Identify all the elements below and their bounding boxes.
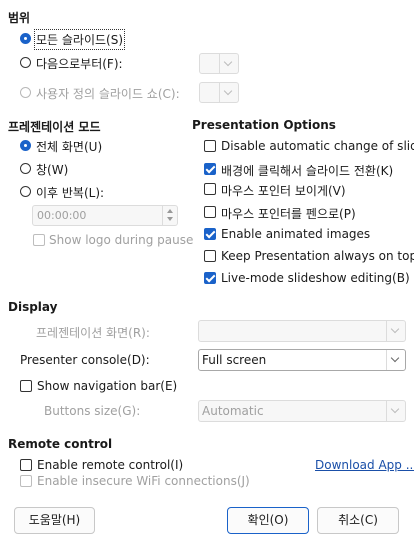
checkbox-disable-auto-change[interactable] <box>204 140 216 152</box>
checkbox-click-background[interactable] <box>204 163 216 175</box>
radio-loop-label[interactable]: 이후 반복(L): <box>36 184 104 201</box>
checkbox-show-nav-bar[interactable] <box>20 380 32 392</box>
radio-all-slides[interactable] <box>20 33 31 44</box>
option-label-live-mode-editing[interactable]: Live-mode slideshow editing(B) <box>221 271 410 285</box>
presenter-console-select[interactable]: Full screen <box>198 349 406 371</box>
radio-from-label[interactable]: 다음으로부터(F): <box>36 55 123 72</box>
ok-button[interactable]: 확인(O) <box>227 507 309 534</box>
radio-full-screen-label[interactable]: 전체 화면(U) <box>36 138 102 155</box>
custom-show-select[interactable] <box>199 82 239 103</box>
radio-from[interactable] <box>20 57 31 68</box>
checkbox-pointer-as-pen[interactable] <box>204 206 216 218</box>
radio-full-screen[interactable] <box>20 140 31 151</box>
option-label-disable-auto-change[interactable]: Disable automatic change of slides <box>221 139 414 153</box>
option-label-always-on-top[interactable]: Keep Presentation always on top <box>221 249 414 263</box>
checkbox-show-logo[interactable] <box>33 234 45 246</box>
presenter-console-value: Full screen <box>202 353 267 367</box>
insecure-wifi-label: Enable insecure WiFi connections(J) <box>37 474 250 488</box>
option-label-pointer-visible[interactable]: 마우스 포인터 보이게(V) <box>221 182 346 199</box>
spin-up-icon[interactable] <box>167 209 173 213</box>
chevron-down-icon <box>219 54 238 73</box>
show-logo-label: Show logo during pause <box>49 233 194 247</box>
show-nav-bar-label[interactable]: Show navigation bar(E) <box>37 379 177 393</box>
loop-time-value: 00:00:00 <box>37 209 87 222</box>
mode-heading: 프레젠테이션 모드 <box>8 120 101 134</box>
presenter-console-label: Presenter console(D): <box>20 353 150 367</box>
range-heading: 범위 <box>8 11 31 25</box>
option-label-click-background[interactable]: 배경에 클릭해서 슬라이드 전환(K) <box>221 162 393 179</box>
option-label-pointer-as-pen[interactable]: 마우스 포인터를 펜으로(P) <box>221 205 356 222</box>
from-slide-select[interactable] <box>199 53 239 74</box>
cancel-button[interactable]: 취소(C) <box>317 507 399 534</box>
chevron-down-icon <box>219 83 238 102</box>
spin-buttons[interactable] <box>162 206 177 225</box>
checkbox-animated-images[interactable] <box>204 228 216 240</box>
buttons-size-value: Automatic <box>202 404 264 418</box>
buttons-size-label: Buttons size(G): <box>44 404 141 418</box>
chevron-down-icon <box>386 401 405 421</box>
display-heading: Display <box>8 300 58 314</box>
checkbox-insecure-wifi[interactable] <box>20 475 32 487</box>
checkbox-live-mode-editing[interactable] <box>204 272 216 284</box>
help-button[interactable]: 도움말(H) <box>14 507 95 534</box>
loop-time-spinner[interactable]: 00:00:00 <box>32 205 178 226</box>
chevron-down-icon <box>386 321 405 341</box>
checkbox-always-on-top[interactable] <box>204 250 216 262</box>
chevron-down-icon <box>386 350 405 370</box>
remote-heading: Remote control <box>8 437 113 451</box>
buttons-size-select[interactable]: Automatic <box>198 400 406 422</box>
radio-custom-show-label: 사용자 정의 슬라이드 쇼(C): <box>36 87 180 101</box>
option-label-animated-images[interactable]: Enable animated images <box>221 227 370 241</box>
radio-window-label[interactable]: 창(W) <box>36 161 68 178</box>
radio-all-slides-label[interactable]: 모든 슬라이드(S) <box>33 29 126 50</box>
presentation-screen-label: 프레젠테이션 화면(R): <box>36 326 150 340</box>
radio-window[interactable] <box>20 163 31 174</box>
presentation-screen-select[interactable] <box>198 320 406 342</box>
spin-down-icon[interactable] <box>167 217 173 221</box>
download-app-link[interactable]: Download App ... <box>315 458 414 472</box>
checkbox-enable-remote[interactable] <box>20 459 32 471</box>
options-heading: Presentation Options <box>192 118 336 132</box>
checkbox-pointer-visible[interactable] <box>204 183 216 195</box>
radio-custom-show[interactable] <box>20 87 31 98</box>
radio-loop[interactable] <box>20 186 31 197</box>
enable-remote-label[interactable]: Enable remote control(I) <box>37 458 183 472</box>
